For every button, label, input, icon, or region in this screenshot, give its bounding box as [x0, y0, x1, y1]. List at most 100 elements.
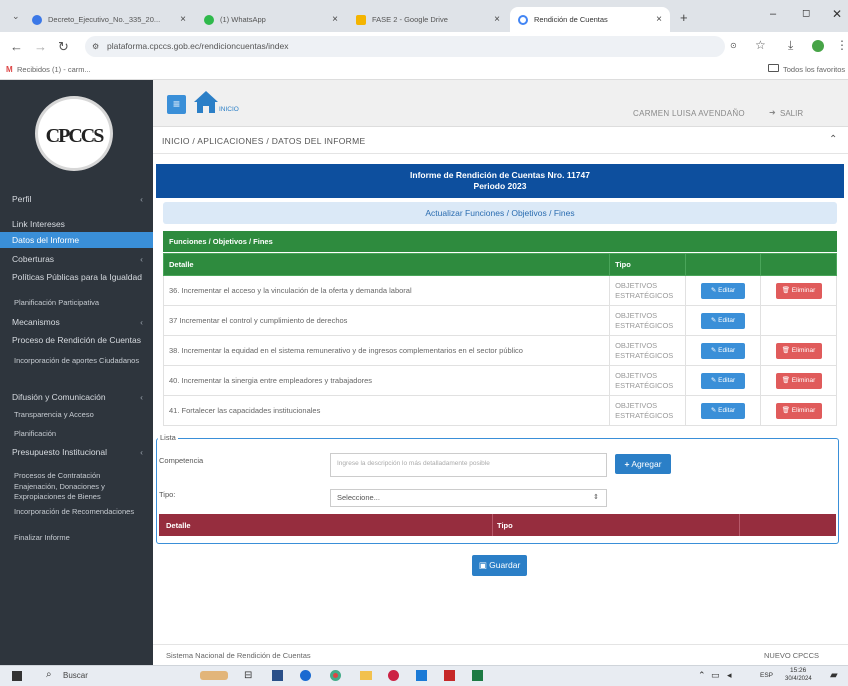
- edge-icon[interactable]: [388, 670, 399, 681]
- acrobat-icon[interactable]: [444, 670, 455, 681]
- close-tab-icon[interactable]: ×: [326, 14, 338, 25]
- sidebar-item[interactable]: Perfil ‹: [0, 191, 153, 207]
- user-name: CARMEN LUISA AVENDAÑO: [633, 109, 745, 118]
- bookmark-all-favorites[interactable]: Todos los favoritos: [783, 65, 845, 74]
- chrome-taskbar-icon[interactable]: [330, 670, 341, 681]
- edit-button[interactable]: ✎ Editar: [701, 372, 746, 389]
- delete-button[interactable]: 🗑 Eliminar: [775, 402, 822, 419]
- notifications-icon[interactable]: ▰: [830, 670, 838, 681]
- add-button[interactable]: + Agregar: [615, 454, 671, 474]
- speaker-icon[interactable]: ◂: [727, 670, 732, 681]
- sidebar-item[interactable]: Mecanismos ‹: [0, 314, 153, 330]
- store-icon[interactable]: [416, 670, 427, 681]
- edit-button[interactable]: ✎ Editar: [701, 312, 746, 329]
- sidebar-item-label: Coberturas: [12, 254, 55, 264]
- sidebar-item[interactable]: Planificación Participativa: [0, 295, 153, 311]
- edit-button[interactable]: ✎ Editar: [701, 282, 746, 299]
- tipo-select[interactable]: Seleccione... ⇕: [330, 489, 607, 507]
- logout-link[interactable]: SALIR: [780, 109, 803, 118]
- sidebar-item[interactable]: Difusión y Comunicación ‹: [0, 389, 153, 405]
- sidebar-item[interactable]: Link Intereses: [0, 216, 153, 232]
- sidebar: CPCCS Perfil ‹ Link Intereses Datos del Inf…: [0, 80, 153, 665]
- new-tab-button[interactable]: +: [680, 10, 688, 25]
- close-window-icon[interactable]: ✕: [832, 7, 842, 21]
- taskbar-search-icon[interactable]: ⌕: [46, 669, 52, 680]
- update-functions-bar[interactable]: Actualizar Funciones / Objetivos / Fines: [163, 202, 837, 224]
- back-icon[interactable]: ←: [10, 39, 23, 54]
- tab-title: Decreto_Ejecutivo_No._335_20...: [48, 15, 161, 24]
- maximize-icon[interactable]: ◻: [802, 8, 810, 19]
- gmail-icon: M: [6, 65, 13, 74]
- task-view-icon[interactable]: ⊟: [244, 670, 252, 681]
- network-icon[interactable]: ▭: [711, 670, 720, 681]
- forward-icon[interactable]: →: [34, 39, 47, 54]
- keyboard-language[interactable]: ESP: [760, 672, 773, 679]
- delete-button[interactable]: 🗑 Eliminar: [775, 342, 822, 359]
- browser-tab-2[interactable]: (1) WhatsApp ×: [196, 7, 346, 32]
- sidebar-item[interactable]: Datos del Informe: [0, 232, 153, 248]
- sidebar-item[interactable]: Proceso de Rendición de Cuentas: [0, 332, 153, 348]
- logo-area: CPCCS: [0, 80, 153, 186]
- sidebar-item[interactable]: Enajenación, Donaciones y Expropiaciones…: [0, 482, 150, 504]
- sidebar-item[interactable]: Coberturas ‹: [0, 251, 153, 267]
- widgets-icon[interactable]: [200, 671, 228, 680]
- home-label[interactable]: INICIO: [219, 106, 239, 113]
- column-header-detalle: Detalle: [166, 521, 191, 530]
- bookmark-star-icon[interactable]: ☆: [755, 38, 766, 52]
- close-tab-icon[interactable]: ×: [174, 14, 186, 25]
- close-tab-icon[interactable]: ×: [650, 14, 662, 25]
- select-arrow-icon: ⇕: [593, 494, 599, 501]
- home-icon[interactable]: [193, 90, 219, 114]
- footer-left-text: Sistema Nacional de Rendición de Cuentas: [166, 651, 311, 660]
- sidebar-item-label: Procesos de Contratación: [14, 471, 101, 480]
- minimize-icon[interactable]: –: [770, 8, 776, 20]
- explorer-folder-icon[interactable]: [360, 671, 372, 680]
- file-explorer-icon[interactable]: [272, 670, 283, 681]
- sidebar-item[interactable]: Finalizar Informe: [0, 530, 153, 546]
- save-button[interactable]: ▣ Guardar: [472, 555, 527, 576]
- windows-start-icon[interactable]: [12, 671, 22, 681]
- clock-date[interactable]: 30/4/2024: [785, 676, 812, 682]
- delete-button[interactable]: 🗑 Eliminar: [775, 282, 822, 299]
- sidebar-item[interactable]: Políticas Públicas para la Igualdad: [0, 269, 153, 285]
- edit-button[interactable]: ✎ Editar: [701, 402, 746, 419]
- excel-icon[interactable]: [472, 670, 483, 681]
- sidebar-item[interactable]: Incorporación de Recomendaciones: [0, 504, 153, 520]
- detalle-cell: 37 Incrementar el control y cumplimiento…: [162, 305, 611, 336]
- table-row: 40. Incrementar la sinergia entre emplea…: [162, 365, 837, 396]
- tipo-cell: OBJETIVOS ESTRATÉGICOS: [609, 365, 687, 396]
- browser-tab-3[interactable]: FASE 2 - Google Drive ×: [348, 7, 508, 32]
- competencia-input[interactable]: Ingrese la descripción lo más detalladam…: [330, 453, 607, 477]
- browser-tab-1[interactable]: Decreto_Ejecutivo_No._335_20... ×: [24, 7, 194, 32]
- download-icon[interactable]: ⤓: [788, 38, 793, 53]
- tab-search-icon[interactable]: ⌄: [12, 11, 20, 22]
- close-tab-icon[interactable]: ×: [488, 14, 500, 25]
- clock-time[interactable]: 15:26: [790, 667, 806, 674]
- chevron-left-icon: ‹: [140, 447, 143, 457]
- outlook-icon[interactable]: [300, 670, 311, 681]
- tab-title: FASE 2 - Google Drive: [372, 15, 448, 24]
- tray-chevron-icon[interactable]: ⌃: [698, 670, 706, 681]
- sidebar-item[interactable]: Planificación: [0, 426, 153, 442]
- browser-menu-icon[interactable]: ⋮: [836, 38, 848, 52]
- site-info-icon[interactable]: ⚙: [92, 36, 99, 57]
- browser-tab-4[interactable]: Rendición de Cuentas ×: [510, 7, 670, 32]
- edit-button[interactable]: ✎ Editar: [701, 342, 746, 359]
- bookmark-gmail[interactable]: Recibidos (1) - carm...: [17, 65, 91, 74]
- sidebar-item[interactable]: Presupuesto Institucional ‹: [0, 444, 153, 460]
- logout-icon[interactable]: ➜: [769, 108, 776, 117]
- collapse-chevron-icon[interactable]: ⌃: [829, 134, 837, 145]
- trash-icon: 🗑: [781, 346, 790, 354]
- delete-cell: 🗑 Eliminar: [760, 395, 837, 426]
- hamburger-menu-button[interactable]: ≡: [167, 95, 186, 114]
- taskbar-search-label[interactable]: Buscar: [63, 671, 88, 680]
- address-bar[interactable]: ⚙ plataforma.cpccs.gob.ec/rendicioncuent…: [85, 36, 725, 57]
- edit-icon: ✎: [710, 406, 717, 414]
- reload-icon[interactable]: ↻: [58, 39, 69, 55]
- sidebar-item[interactable]: Transparencia y Acceso: [0, 407, 153, 423]
- password-key-icon[interactable]: ⊙: [730, 41, 737, 50]
- extension-icon[interactable]: [812, 40, 824, 52]
- sidebar-item[interactable]: Incorporación de aportes Ciudadanos: [0, 356, 150, 378]
- chevron-left-icon: ‹: [140, 194, 143, 204]
- delete-button[interactable]: 🗑 Eliminar: [775, 372, 822, 389]
